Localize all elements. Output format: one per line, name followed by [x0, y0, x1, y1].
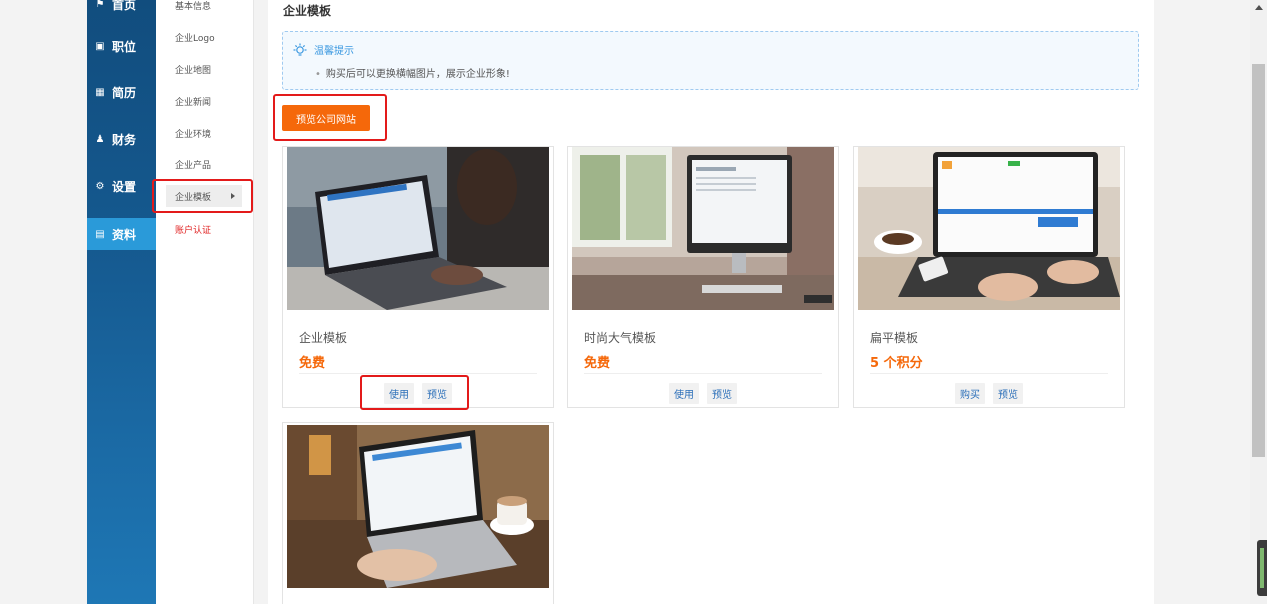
template-card: [282, 422, 554, 604]
template-thumbnail[interactable]: [858, 147, 1120, 310]
page-title: 企业模板: [283, 4, 332, 18]
tip-header: 温馨提示: [293, 42, 354, 57]
submenu-item-environment[interactable]: 企业环境: [175, 127, 211, 140]
profile-submenu: 基本信息 企业Logo 企业地图 企业新闻 企业环境 企业产品 企业模板 账户认…: [156, 0, 254, 604]
submenu-item-verification[interactable]: 账户认证: [175, 223, 211, 236]
template-price: 免费: [299, 356, 326, 371]
tip-box: 温馨提示 • 购买后可以更换横幅图片，展示企业形象!: [282, 31, 1139, 90]
nav-item-resume[interactable]: ▦ 简历: [87, 76, 156, 108]
divider: [299, 373, 537, 374]
tip-text: 购买后可以更换横幅图片，展示企业形象!: [325, 69, 510, 80]
template-card: 时尚大气模板 免费 使用 预览: [567, 146, 839, 408]
highlight-box-preview-button: [273, 94, 387, 141]
main-panel: 企业模板 温馨提示 • 购买后可以更换横幅图片，展示企业形象! 预览公司网站 企…: [268, 0, 1154, 604]
template-price: 免费: [584, 356, 611, 371]
submenu-item-news[interactable]: 企业新闻: [175, 95, 211, 108]
template-thumbnail[interactable]: [287, 425, 549, 588]
main-nav: ⚑ 首页 ▣ 职位 ▦ 简历 ♟ 财务 ⚙ 设置 ▤ 资料: [87, 0, 156, 604]
nav-item-label: 资料: [112, 227, 137, 242]
lightbulb-icon: [293, 43, 307, 56]
nav-item-jobs[interactable]: ▣ 职位: [87, 30, 156, 62]
template-price: 5 个积分: [870, 356, 923, 371]
template-card: 企业模板 免费 使用 预览: [282, 146, 554, 408]
id-card-icon: ▦: [95, 86, 105, 98]
highlight-box-card-actions: [360, 375, 469, 410]
bullet-icon: •: [315, 69, 321, 80]
scroll-up-arrow-icon[interactable]: [1255, 5, 1263, 10]
gear-icon: ⚙: [95, 180, 105, 192]
template-name: 时尚大气模板: [584, 331, 657, 345]
divider: [584, 373, 822, 374]
nav-item-home[interactable]: ⚑ 首页: [87, 0, 156, 20]
submenu-item-map[interactable]: 企业地图: [175, 63, 211, 76]
nav-item-finance[interactable]: ♟ 财务: [87, 123, 156, 155]
template-actions: 使用 预览: [568, 383, 838, 404]
preview-template-button[interactable]: 预览: [993, 383, 1023, 404]
nav-item-settings[interactable]: ⚙ 设置: [87, 170, 156, 202]
template-thumbnail[interactable]: [572, 147, 834, 310]
template-thumbnail[interactable]: [287, 147, 549, 310]
nav-item-label: 首页: [112, 0, 137, 12]
template-name: 企业模板: [299, 331, 348, 345]
nav-item-label: 设置: [112, 179, 137, 194]
nav-item-profile[interactable]: ▤ 资料: [87, 218, 156, 250]
submenu-item-basic-info[interactable]: 基本信息: [175, 0, 211, 12]
nav-item-label: 职位: [112, 39, 137, 54]
template-card: 扁平模板 5 个积分 购买 预览: [853, 146, 1125, 408]
submenu-item-products[interactable]: 企业产品: [175, 158, 211, 171]
highlight-box-submenu: [152, 179, 253, 213]
nav-item-label: 简历: [112, 85, 137, 100]
scrollbar-thumb[interactable]: [1252, 64, 1265, 457]
divider: [870, 373, 1108, 374]
home-icon: ⚑: [95, 0, 105, 10]
floating-side-widget[interactable]: [1257, 540, 1267, 596]
users-icon: ♟: [95, 133, 105, 145]
tip-title: 温馨提示: [314, 46, 354, 57]
nav-item-label: 财务: [112, 132, 137, 147]
vertical-scrollbar[interactable]: [1250, 0, 1267, 604]
submenu-item-logo[interactable]: 企业Logo: [175, 31, 215, 44]
preview-template-button[interactable]: 预览: [707, 383, 737, 404]
template-name: 扁平模板: [870, 331, 919, 345]
use-template-button[interactable]: 使用: [669, 383, 699, 404]
chart-icon: ▤: [95, 228, 105, 240]
template-actions: 购买 预览: [854, 383, 1124, 404]
briefcase-icon: ▣: [95, 40, 105, 52]
buy-template-button[interactable]: 购买: [955, 383, 985, 404]
tip-text-row: • 购买后可以更换横幅图片，展示企业形象!: [315, 65, 510, 80]
